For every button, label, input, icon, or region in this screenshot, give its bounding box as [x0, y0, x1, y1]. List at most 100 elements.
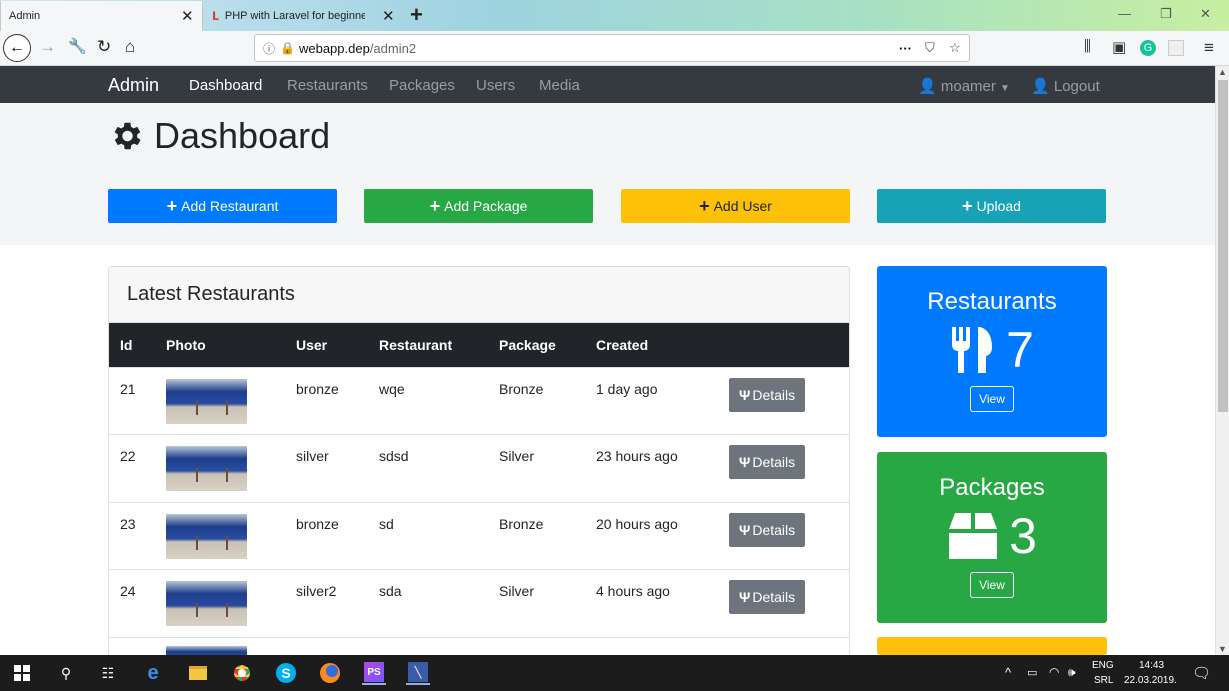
- page-scrollbar[interactable]: ▲ ▼: [1215, 66, 1229, 655]
- menu-icon[interactable]: ≡: [1204, 38, 1214, 58]
- scroll-down-icon[interactable]: ▼: [1218, 644, 1227, 654]
- restaurant-photo: [166, 378, 247, 424]
- back-icon[interactable]: ←: [3, 34, 31, 62]
- latest-restaurants-card: Latest Restaurants Id Photo User Restaur…: [108, 266, 850, 666]
- file-explorer-icon[interactable]: [186, 661, 210, 685]
- search-icon[interactable]: ⚲: [54, 661, 78, 685]
- clock-date[interactable]: 22.03.2019.: [1124, 675, 1177, 686]
- home-icon[interactable]: ⌂: [125, 37, 135, 57]
- cell-photo: [166, 570, 296, 638]
- utensils-icon: Ψ: [739, 521, 751, 538]
- cell-user: bronze: [296, 380, 339, 397]
- forward-icon[interactable]: →: [39, 37, 56, 57]
- table-row: 22 silver sdsd Silver 23 hours ago Ψ Deta…: [109, 434, 849, 503]
- firefox-icon[interactable]: [318, 661, 342, 685]
- details-button[interactable]: Ψ Details: [729, 445, 806, 479]
- user-dropdown[interactable]: 👤 moamer ▼: [918, 77, 1010, 95]
- edge-icon[interactable]: e: [141, 661, 165, 685]
- nav-dashboard[interactable]: Dashboard: [189, 77, 262, 94]
- cell-actions: Ψ Details: [729, 435, 849, 503]
- library-icon[interactable]: ⫼: [1084, 38, 1091, 55]
- restaurants-table: Id Photo User Restaurant Package Created…: [109, 323, 849, 665]
- cell-user: bronze: [296, 515, 339, 532]
- user-icon: 👤: [918, 78, 937, 95]
- scrollbar-thumb[interactable]: [1218, 80, 1228, 412]
- info-icon[interactable]: ⓘ: [263, 40, 275, 57]
- restaurants-stat-card: Restaurants 7 View: [877, 266, 1107, 437]
- details-button[interactable]: Ψ Details: [729, 512, 806, 547]
- details-button[interactable]: Ψ Details: [729, 580, 806, 614]
- cell-user: silver: [296, 448, 329, 464]
- wifi-icon[interactable]: ◠: [1049, 665, 1059, 679]
- address-bar[interactable]: ⓘ 🔒 webapp.dep/admin2 ··· ⛉ ☆: [254, 34, 970, 62]
- close-icon[interactable]: ✕: [181, 7, 194, 25]
- new-tab-icon[interactable]: +: [410, 2, 423, 28]
- view-restaurants-button[interactable]: View: [970, 386, 1014, 412]
- details-button[interactable]: Ψ Details: [729, 377, 806, 412]
- page-actions-icon[interactable]: ···: [899, 41, 912, 56]
- cell-photo: [166, 502, 296, 570]
- navbar-brand[interactable]: Admin: [108, 75, 159, 96]
- upload-button[interactable]: + Upload: [877, 189, 1106, 223]
- table-header-row: Id Photo User Restaurant Package Created: [109, 323, 849, 367]
- logout-link[interactable]: 👤 Logout: [1031, 77, 1100, 95]
- notification-icon[interactable]: 🗨: [1192, 664, 1211, 682]
- wrench-icon[interactable]: 🔧: [68, 37, 87, 55]
- add-user-button[interactable]: + Add User: [621, 189, 850, 223]
- nav-users[interactable]: Users: [476, 77, 515, 94]
- chrome-icon[interactable]: [230, 661, 254, 685]
- cell-package: Bronze: [499, 515, 544, 532]
- keyboard-layout[interactable]: SRL: [1094, 675, 1113, 686]
- restore-icon[interactable]: ❐: [1160, 6, 1172, 22]
- utensils-icon: Ψ: [739, 454, 751, 470]
- minimize-icon[interactable]: —: [1118, 6, 1131, 21]
- plus-icon: +: [962, 195, 973, 216]
- stat-count: 7: [1006, 322, 1034, 378]
- battery-icon[interactable]: ▭: [1027, 666, 1037, 679]
- phpstorm-icon[interactable]: PS: [362, 661, 386, 685]
- box-icon: [949, 513, 998, 559]
- window-close-icon[interactable]: ✕: [1200, 6, 1211, 22]
- clock-time[interactable]: 14:43: [1139, 660, 1164, 671]
- windows-taskbar: ⚲ ☷ e S PS ╲ ^ ▭ ◠ 🕪 ENG SRL 14:43 22.03…: [0, 655, 1229, 691]
- reload-icon[interactable]: ↻: [97, 37, 111, 57]
- cell-created: 1 day ago: [596, 380, 658, 397]
- plus-icon: +: [699, 195, 710, 216]
- nav-packages[interactable]: Packages: [389, 77, 455, 94]
- skype-icon[interactable]: S: [274, 661, 298, 685]
- table-row: 24 silver2 sda Silver 4 hours ago Ψ Detai…: [109, 569, 849, 638]
- tab-admin[interactable]: Admin ✕: [0, 1, 203, 31]
- tab-label: Admin: [9, 10, 41, 22]
- column-header: Restaurant: [379, 336, 453, 353]
- add-restaurant-button[interactable]: + Add Restaurant: [108, 189, 337, 223]
- sidebar-icon[interactable]: ▣: [1112, 38, 1126, 56]
- nav-restaurants[interactable]: Restaurants: [287, 77, 368, 94]
- cell-package: Silver: [499, 583, 535, 599]
- view-packages-button[interactable]: View: [970, 572, 1014, 598]
- bookmark-star-icon[interactable]: ☆: [949, 40, 961, 56]
- app-navbar: Admin Dashboard Restaurants Packages Use…: [0, 66, 1215, 103]
- plus-icon: +: [429, 195, 441, 216]
- close-icon[interactable]: ✕: [382, 7, 395, 25]
- volume-icon[interactable]: 🕪: [1068, 665, 1076, 680]
- browser-toolbar: ← → 🔧 ↻ ⌂ ⓘ 🔒 webapp.dep/admin2 ··· ⛉ ☆ …: [0, 31, 1229, 66]
- extension-icon[interactable]: [1168, 40, 1184, 56]
- scroll-up-icon[interactable]: ▲: [1218, 67, 1227, 77]
- cell-package: Bronze: [499, 380, 544, 397]
- language-indicator[interactable]: ENG: [1092, 660, 1114, 671]
- column-header: User: [296, 336, 328, 353]
- nav-media[interactable]: Media: [539, 77, 580, 94]
- utensils-icon: Ψ: [739, 589, 751, 605]
- grammarly-icon[interactable]: G: [1140, 40, 1156, 56]
- tab-laravel[interactable]: ᒪ PHP with Laravel for beginners ✕: [204, 1, 406, 31]
- user-name: moamer: [940, 78, 996, 95]
- insecure-lock-icon: 🔒: [280, 41, 295, 55]
- details-label: Details: [752, 386, 796, 403]
- cell-package: Silver: [499, 448, 535, 464]
- add-package-button[interactable]: + Add Package: [364, 189, 593, 223]
- pocket-icon[interactable]: ⛉: [925, 40, 935, 56]
- windows-start-icon[interactable]: [10, 661, 34, 685]
- tray-chevron-icon[interactable]: ^: [1005, 665, 1011, 680]
- task-view-icon[interactable]: ☷: [96, 661, 120, 685]
- app-icon[interactable]: ╲: [406, 661, 430, 685]
